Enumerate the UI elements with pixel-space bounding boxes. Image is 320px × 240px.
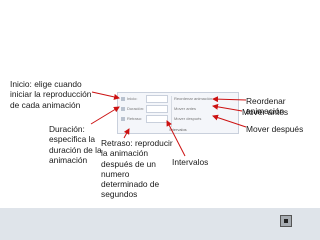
duration-icon	[121, 107, 125, 111]
ribbon-reordenar-label: Reordenar animación	[174, 96, 213, 101]
duracion-input[interactable]	[146, 105, 168, 113]
bottom-band	[0, 208, 320, 240]
callout-duracion: Duración: especifica la duración de la a…	[49, 124, 102, 165]
slide: Inicio: elige cuando iniciar la reproduc…	[0, 0, 320, 240]
mover-despues-button[interactable]: Mover después	[174, 116, 201, 121]
retraso-input[interactable]	[146, 115, 168, 123]
callout-inicio: Inicio: elige cuando iniciar la reproduc…	[10, 79, 92, 110]
delay-icon	[121, 117, 125, 121]
callout-mover-antes: Mover antes	[242, 107, 289, 117]
ribbon-divider	[171, 96, 172, 127]
ribbon-retraso-label: Retraso:	[127, 116, 143, 121]
callout-mover-despues: Mover después	[246, 124, 304, 134]
ribbon-group-label: Intervalos	[169, 127, 187, 132]
arrow-inicio	[91, 91, 120, 100]
callout-intervalos: Intervalos	[172, 157, 209, 167]
start-icon	[121, 97, 125, 101]
top-band	[0, 0, 320, 38]
mover-antes-button[interactable]: Mover antes	[174, 106, 196, 111]
arrow-duracion	[90, 106, 120, 125]
inicio-select[interactable]	[146, 95, 168, 103]
intervalos-ribbon-group: Inicio: Duración: Retraso: Reordenar ani…	[117, 92, 239, 134]
ribbon-inicio-label: Inicio:	[127, 96, 138, 101]
ribbon-duracion-label: Duración:	[127, 106, 145, 111]
callout-retraso: Retraso: reproducir la animación después…	[101, 138, 173, 200]
slide-nav-button[interactable]	[280, 215, 292, 227]
